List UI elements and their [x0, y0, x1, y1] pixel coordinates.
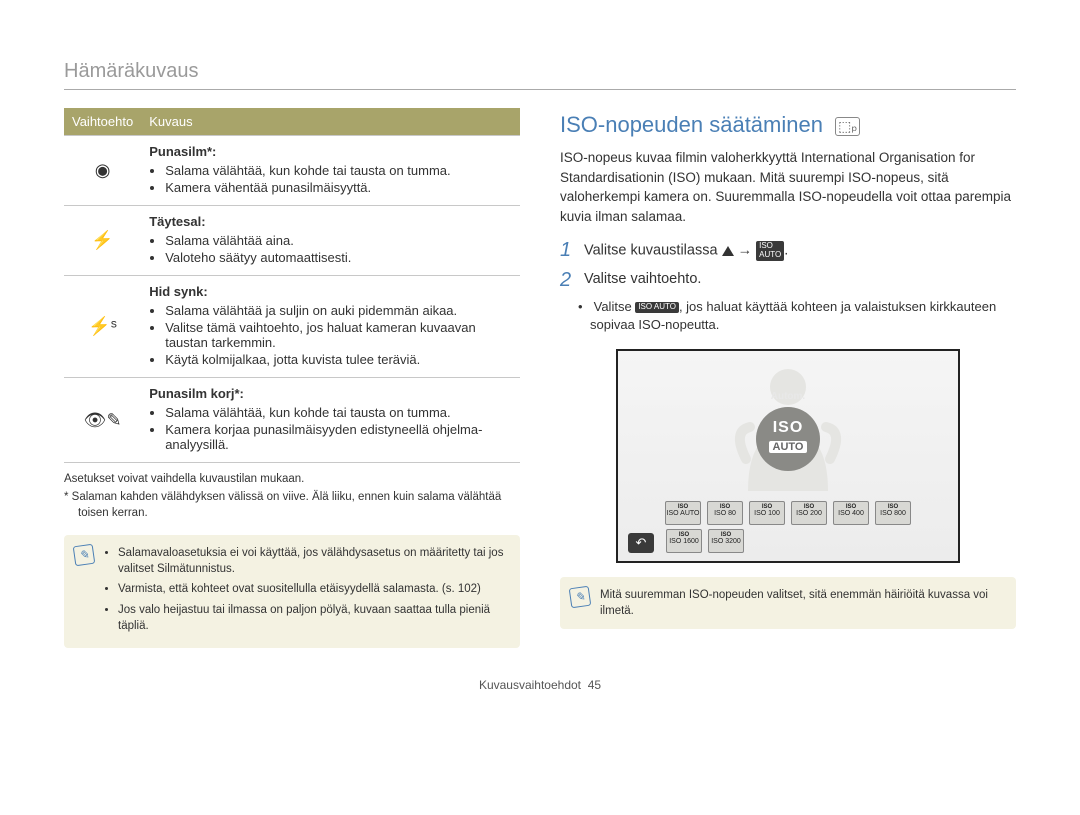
iso-value: ISO 200 — [796, 510, 822, 517]
step-number: 1 — [560, 238, 584, 262]
option-title: Punasilm korj*: — [149, 386, 244, 401]
options-table: Vaihtoehto Kuvaus ◉ Punasilm*: Salama vä… — [64, 108, 520, 463]
iso-value: ISO AUTO — [667, 510, 700, 517]
info-box-left: ✎ Salamavaloasetuksia ei voi käyttää, jo… — [64, 535, 520, 647]
option-title: Punasilm*: — [149, 144, 216, 159]
iso-value: ISO 80 — [714, 510, 736, 517]
iso-options-row1: ISOISO AUTO ISOISO 80 ISOISO 100 ISOISO … — [618, 501, 958, 525]
iso-value: ISO 800 — [880, 510, 906, 517]
option-bullet: Salama välähtää ja suljin on auki pidemm… — [165, 303, 512, 318]
iso-auto-icon: ISOAUTO — [756, 241, 784, 261]
redeye-icon: ◉ — [64, 136, 141, 206]
info-bullet: Salamavaloasetuksia ei voi käyttää, jos … — [118, 545, 508, 577]
footnotes: Asetukset voivat vaihdella kuvaustilan m… — [64, 471, 520, 521]
info-icon: ✎ — [73, 544, 96, 567]
step-end: . — [784, 243, 788, 259]
option-bullet: Salama välähtää, kun kohde tai tausta on… — [165, 405, 512, 420]
columns: Vaihtoehto Kuvaus ◉ Punasilm*: Salama vä… — [64, 108, 1016, 648]
iso-auto-badge: Autom. ISO AUTO — [756, 407, 820, 471]
footer-label: Kuvausvaihtoehdot — [479, 678, 581, 692]
iso-auto-icon: ISO AUTO — [635, 302, 679, 313]
sub-bullet: • Valitse ISO AUTO, jos haluat käyttää k… — [590, 298, 1016, 334]
iso-option[interactable]: ISOISO 400 — [833, 501, 869, 525]
page-footer: Kuvausvaihtoehdot 45 — [64, 678, 1016, 692]
flash-fill-icon: ⚡ — [64, 206, 141, 276]
footnote: Asetukset voivat vaihdella kuvaustilan m… — [78, 471, 520, 487]
mode-icon: ⬚ₚ — [835, 117, 860, 136]
iso-option[interactable]: ISOISO 800 — [875, 501, 911, 525]
table-header-option: Vaihtoehto — [64, 108, 141, 136]
steps: 1 Valitse kuvaustilassa → ISOAUTO. 2 Val… — [560, 238, 1016, 334]
iso-option[interactable]: ISOISO 80 — [707, 501, 743, 525]
section-title: Hämäräkuvaus — [64, 60, 1016, 83]
step-number: 2 — [560, 268, 584, 292]
option-bullet: Käytä kolmijalkaa, jotta kuvista tulee t… — [165, 352, 512, 367]
step-2: 2 Valitse vaihtoehto. — [560, 268, 1016, 292]
iso-value: ISO 400 — [838, 510, 864, 517]
iso-value: ISO 1600 — [669, 538, 699, 545]
badge-iso: ISO — [756, 407, 820, 437]
footnote: * Salaman kahden välähdyksen välissä on … — [78, 489, 520, 521]
table-row: ⚡ Täytesal: Salama välähtää aina. Valote… — [64, 206, 520, 276]
step-text: Valitse kuvaustilassa → ISOAUTO. — [584, 238, 788, 261]
option-bullet: Salama välähtää aina. — [165, 233, 512, 248]
info-bullet: Varmista, että kohteet ovat suositellull… — [118, 581, 508, 597]
heading-iso: ISO-nopeuden säätäminen ⬚ₚ — [560, 112, 1016, 138]
right-column: ISO-nopeuden säätäminen ⬚ₚ ISO-nopeus ku… — [560, 108, 1016, 648]
iso-option[interactable]: ISOISO 200 — [791, 501, 827, 525]
option-bullet: Kamera korjaa punasilmäisyyden edistynee… — [165, 422, 512, 452]
info-icon: ✎ — [569, 585, 592, 608]
badge-auto: AUTO — [769, 441, 808, 453]
cell-desc: Punasilm*: Salama välähtää, kun kohde ta… — [141, 136, 520, 206]
step-1: 1 Valitse kuvaustilassa → ISOAUTO. — [560, 238, 1016, 262]
slow-sync-icon: ⚡ˢ — [64, 276, 141, 378]
manual-page: Hämäräkuvaus Vaihtoehto Kuvaus ◉ Punasil… — [0, 0, 1080, 712]
camera-preview: Autom. ISO AUTO ISOISO AUTO ISOISO 80 IS… — [616, 349, 960, 563]
step-text: Valitse vaihtoehto. — [584, 268, 701, 287]
cell-desc: Hid synk: Salama välähtää ja suljin on a… — [141, 276, 520, 378]
heading-text: ISO-nopeuden säätäminen — [560, 112, 823, 137]
iso-option[interactable]: ISOISO 100 — [749, 501, 785, 525]
cell-desc: Punasilm korj*: Salama välähtää, kun koh… — [141, 378, 520, 463]
info-text: Salamavaloasetuksia ei voi käyttää, jos … — [118, 547, 503, 575]
iso-description: ISO-nopeus kuvaa filmin valoherkkyyttä I… — [560, 148, 1016, 226]
iso-option[interactable]: ISOISO 1600 — [666, 529, 702, 553]
page-number: 45 — [588, 678, 601, 692]
badge-label: Autom. — [756, 391, 820, 402]
iso-option[interactable]: ISOISO 3200 — [708, 529, 744, 553]
option-title: Hid synk: — [149, 284, 208, 299]
step-text-pre: Valitse kuvaustilassa — [584, 243, 722, 259]
table-row: ◉ Punasilm*: Salama välähtää, kun kohde … — [64, 136, 520, 206]
iso-value: ISO 100 — [754, 510, 780, 517]
iso-option[interactable]: ISOISO AUTO — [665, 501, 701, 525]
info-box-right: ✎ Mitä suuremman ISO-nopeuden valitset, … — [560, 577, 1016, 629]
option-bullet: Valoteho säätyy automaattisesti. — [165, 250, 512, 265]
table-header-desc: Kuvaus — [141, 108, 520, 136]
left-column: Vaihtoehto Kuvaus ◉ Punasilm*: Salama vä… — [64, 108, 520, 648]
option-title: Täytesal: — [149, 214, 205, 229]
option-bullet: Kamera vähentää punasilmäisyyttä. — [165, 180, 512, 195]
option-bullet: Salama välähtää, kun kohde tai tausta on… — [165, 163, 512, 178]
sub-pre: Valitse — [594, 299, 636, 314]
table-row: 👁✎ Punasilm korj*: Salama välähtää, kun … — [64, 378, 520, 463]
iso-options-row2: ISOISO 1600 ISOISO 3200 — [618, 529, 958, 553]
iso-value: ISO 3200 — [711, 538, 741, 545]
info-text: Mitä suuremman ISO-nopeuden valitset, si… — [600, 589, 988, 617]
step-arrow: → — [738, 243, 757, 259]
info-bullet: Jos valo heijastuu tai ilmassa on paljon… — [118, 602, 508, 634]
up-triangle-icon — [722, 246, 734, 256]
redeye-fix-icon: 👁✎ — [64, 378, 141, 463]
divider — [64, 89, 1016, 90]
option-bullet: Valitse tämä vaihtoehto, jos haluat kame… — [165, 320, 512, 350]
table-row: ⚡ˢ Hid synk: Salama välähtää ja suljin o… — [64, 276, 520, 378]
cell-desc: Täytesal: Salama välähtää aina. Valoteho… — [141, 206, 520, 276]
back-button[interactable]: ↶ — [628, 533, 654, 553]
